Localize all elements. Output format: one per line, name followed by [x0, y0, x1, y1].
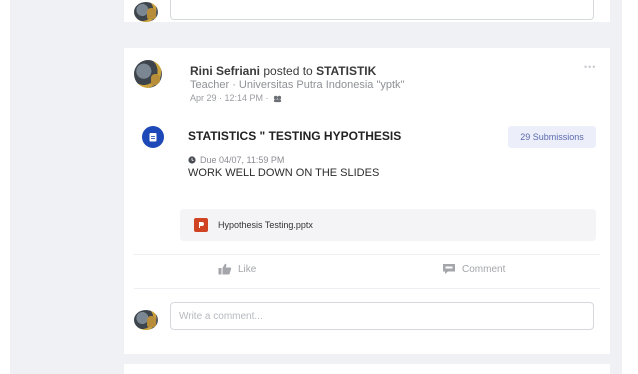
- comment-label: Comment: [462, 263, 506, 275]
- comment-placeholder: Write a comment...: [179, 310, 263, 322]
- left-margin: [0, 0, 10, 374]
- post-card: Rini Sefriani posted to STATISTIK Teache…: [124, 48, 610, 354]
- next-post-card: [124, 364, 610, 374]
- clipboard-icon: [149, 133, 157, 142]
- comment-button[interactable]: Comment: [442, 256, 505, 282]
- post-timestamp: Apr 29 · 12:14 PM ·: [190, 93, 269, 103]
- attachment[interactable]: Hypothesis Testing.pptx: [180, 209, 596, 241]
- comment-icon: [443, 264, 455, 274]
- attachment-name[interactable]: Hypothesis Testing.pptx: [218, 220, 313, 230]
- avatar: [134, 2, 158, 22]
- powerpoint-icon: [194, 218, 208, 232]
- poster-name[interactable]: Rini Sefriani: [190, 64, 260, 78]
- like-label: Like: [238, 263, 257, 275]
- divider: [134, 288, 600, 289]
- comment-input[interactable]: Write a comment...: [170, 302, 594, 330]
- assignment-description: WORK WELL DOWN ON THE SLIDES: [188, 167, 380, 179]
- assignment-icon: [142, 126, 164, 148]
- more-options-icon[interactable]: •••: [584, 62, 604, 72]
- clock-icon: [188, 156, 196, 164]
- posted-to-text: posted to: [263, 64, 313, 78]
- current-user-avatar: [134, 310, 158, 330]
- submissions-badge[interactable]: 29 Submissions: [508, 126, 596, 148]
- divider: [134, 254, 600, 255]
- poster-line: Rini Sefriani posted to STATISTIK: [190, 64, 404, 78]
- post-actions: Like Comment: [134, 256, 600, 282]
- comment-input[interactable]: [170, 0, 594, 20]
- like-button[interactable]: Like: [218, 256, 256, 282]
- thumbs-up-icon: [218, 263, 232, 275]
- right-margin: [622, 0, 638, 374]
- poster-role: Teacher · Universitas Putra Indonesia "y…: [190, 79, 405, 91]
- post-meta: Apr 29 · 12:14 PM ·: [190, 93, 404, 103]
- assignment-title[interactable]: STATISTICS " TESTING HYPOTHESIS: [188, 129, 401, 143]
- group-audience-icon: [273, 95, 281, 102]
- due-date: Due 04/07, 11:59 PM: [188, 155, 284, 165]
- group-name[interactable]: STATISTIK: [316, 64, 376, 78]
- due-date-text: Due 04/07, 11:59 PM: [200, 155, 285, 165]
- previous-post-card: [124, 0, 610, 22]
- post-header: Rini Sefriani posted to STATISTIK Teache…: [190, 64, 404, 103]
- poster-avatar[interactable]: [134, 60, 162, 88]
